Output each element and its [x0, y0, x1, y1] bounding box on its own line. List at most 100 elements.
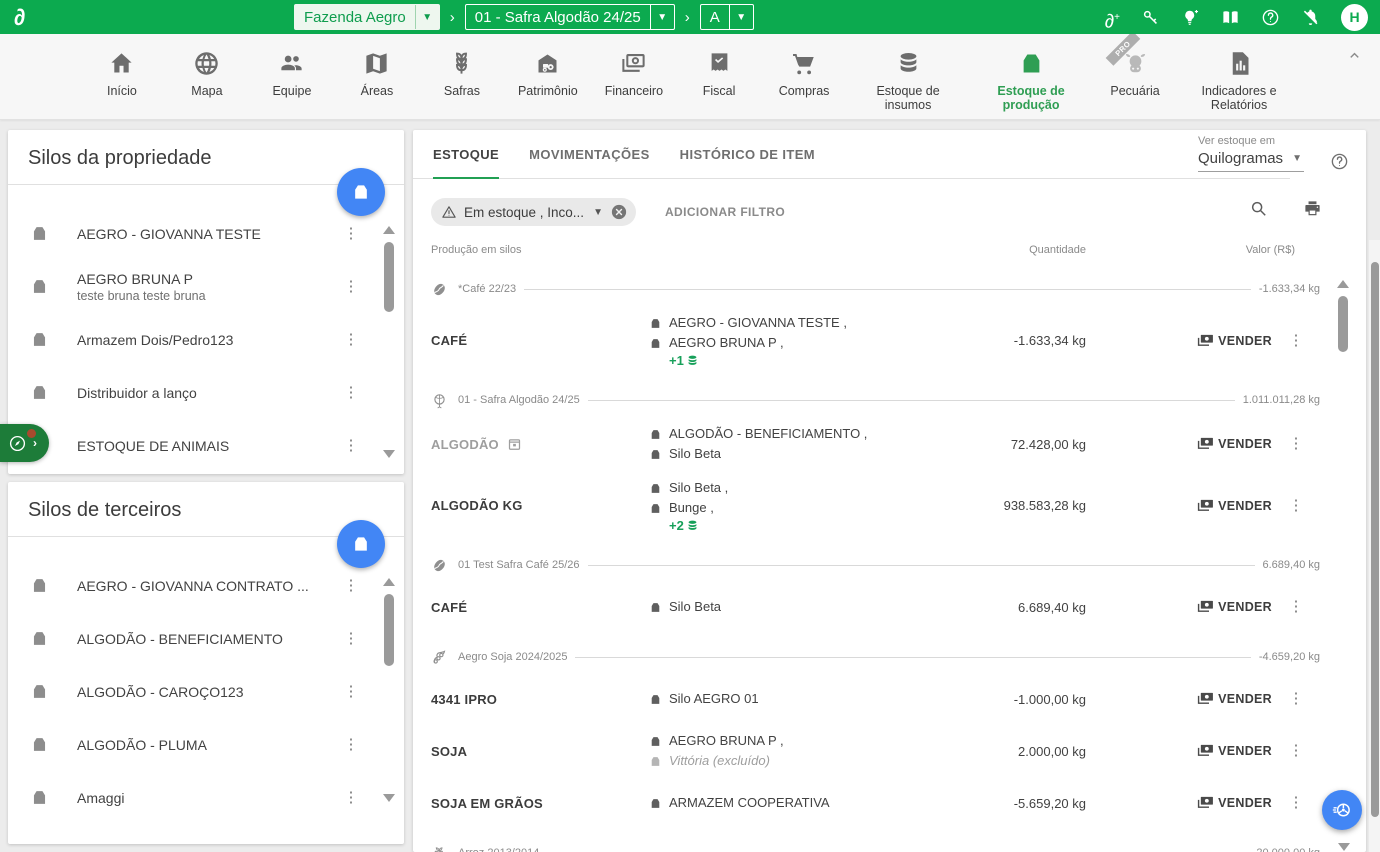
nav-item-estoque-de-producao[interactable]: Estoque de produção [983, 47, 1079, 112]
nav-item-equipe[interactable]: Equipe [263, 47, 321, 98]
more-options-icon[interactable]: ⋮ [342, 737, 360, 752]
more-options-icon[interactable]: ⋮ [342, 226, 360, 241]
scrollbar-thumb[interactable] [1371, 262, 1379, 817]
chevron-down-icon[interactable]: ▼ [415, 5, 439, 29]
nav-item-fiscal[interactable]: Fiscal [690, 47, 748, 98]
third-silos-scroll-down[interactable] [382, 794, 396, 802]
more-options-icon[interactable]: ⋮ [342, 790, 360, 805]
nav-item-financeiro[interactable]: Financeiro [605, 47, 663, 98]
tab-movimentacoes[interactable]: MOVIMENTAÇÕES [529, 130, 650, 178]
more-options-icon[interactable]: ⋮ [1289, 435, 1304, 452]
nav-item-label: Início [107, 84, 137, 98]
own-silos-scrollbar[interactable] [382, 226, 396, 312]
silo-list-item[interactable]: ALGODÃO - BENEFICIAMENTO⋮ [8, 612, 404, 665]
sell-button[interactable]: VENDER [1195, 434, 1272, 454]
silo-list-item[interactable]: ALGODÃO - CAROÇO123⋮ [8, 665, 404, 718]
silo-list-item[interactable]: Distribuidor a lanço⋮ [8, 366, 404, 419]
collapse-nav-icon[interactable] [1347, 48, 1362, 63]
silo-list-item[interactable]: ALGODÃO - PLUMA⋮ [8, 718, 404, 771]
silo-list-item[interactable]: Amaggi⋮ [8, 771, 404, 824]
more-options-icon[interactable]: ⋮ [1289, 742, 1304, 759]
plot-selector[interactable]: A ▼ [700, 4, 754, 30]
nav-item-patrimonio[interactable]: Patrimônio [518, 47, 578, 98]
quick-actions-fab[interactable] [1322, 790, 1362, 830]
scroll-down-icon[interactable] [1338, 843, 1350, 851]
scroll-up-icon[interactable] [383, 578, 395, 586]
sell-button[interactable]: VENDER [1195, 689, 1272, 709]
more-options-icon[interactable]: ⋮ [1289, 690, 1304, 707]
active-filter-chip[interactable]: Em estoque , Inco... ▼ [431, 198, 636, 226]
soy-icon [431, 649, 448, 666]
add-silo-button[interactable] [337, 168, 385, 216]
globe-icon [193, 50, 220, 77]
silo-list-item[interactable]: AEGRO BRUNA Pteste bruna teste bruna⋮ [8, 260, 404, 313]
more-options-icon[interactable]: ⋮ [342, 438, 360, 453]
scrollbar-thumb[interactable] [384, 242, 394, 312]
more-options-icon[interactable]: ⋮ [342, 332, 360, 347]
scroll-up-icon[interactable] [1337, 280, 1349, 288]
add-third-party-silo-button[interactable] [337, 520, 385, 568]
more-options-icon[interactable]: ⋮ [342, 631, 360, 646]
more-options-icon[interactable]: ⋮ [1289, 794, 1304, 811]
chevron-down-icon[interactable]: ▼ [650, 5, 674, 29]
unit-select[interactable]: Ver estoque em Quilogramas ▼ [1198, 135, 1304, 172]
silo-list-item[interactable]: ESTOQUE DE ANIMAIS⋮ [8, 419, 404, 472]
aegro-plus-icon[interactable]: ∂+ [1105, 8, 1120, 27]
clear-filter-icon[interactable] [610, 203, 628, 221]
silo-list-item[interactable]: AEGRO - GIOVANNA CONTRATO ...⋮ [8, 559, 404, 612]
page-scrollbar[interactable] [1369, 240, 1380, 852]
scrollbar-thumb[interactable] [1338, 296, 1348, 352]
more-options-icon[interactable]: ⋮ [1289, 332, 1304, 349]
book-icon[interactable] [1221, 8, 1240, 27]
chevron-down-icon[interactable]: ▼ [729, 5, 753, 29]
silo-list-item[interactable]: Armazem Dois/Pedro123⋮ [8, 313, 404, 366]
scroll-down-icon[interactable] [383, 450, 395, 458]
farm-selector[interactable]: Fazenda Aegro ▼ [294, 4, 440, 30]
silo-locations: AEGRO - GIOVANNA TESTE ,AEGRO BRUNA P ,+… [649, 313, 918, 368]
nav-item-inicio[interactable]: Início [93, 47, 151, 98]
sell-button[interactable]: VENDER [1195, 496, 1272, 516]
third-silos-scrollbar[interactable] [382, 578, 396, 666]
add-filter-button[interactable]: ADICIONAR FILTRO [665, 205, 785, 219]
scrollbar-thumb[interactable] [384, 594, 394, 666]
print-icon[interactable] [1303, 199, 1322, 218]
nav-item-pecuaria[interactable]: PROPecuária [1106, 47, 1164, 98]
nav-item-areas[interactable]: Áreas [348, 47, 406, 98]
more-options-icon[interactable]: ⋮ [1289, 497, 1304, 514]
silo-list-item[interactable]: AEGRO - GIOVANNA TESTE⋮ [8, 207, 404, 260]
key-icon[interactable] [1141, 8, 1160, 27]
chevron-down-icon[interactable]: ▼ [593, 207, 603, 218]
more-options-icon[interactable]: ⋮ [342, 385, 360, 400]
more-silos-chip[interactable]: +1 [669, 353, 918, 368]
more-options-icon[interactable]: ⋮ [1289, 598, 1304, 615]
more-options-icon[interactable]: ⋮ [342, 684, 360, 699]
more-silos-chip[interactable]: +2 [669, 518, 918, 533]
nav-item-estoque-de-insumos[interactable]: Estoque de insumos [860, 47, 956, 112]
search-icon[interactable] [1249, 199, 1268, 218]
assistant-side-widget[interactable]: › [0, 424, 49, 462]
stock-scroll-down[interactable] [1338, 843, 1350, 851]
scroll-up-icon[interactable] [383, 226, 395, 234]
help-icon[interactable] [1261, 8, 1280, 27]
user-avatar[interactable]: H [1341, 4, 1368, 31]
more-options-icon[interactable]: ⋮ [342, 279, 360, 294]
nav-item-mapa[interactable]: Mapa [178, 47, 236, 98]
sell-button[interactable]: VENDER [1195, 597, 1272, 617]
own-silos-scroll-down[interactable] [382, 450, 396, 458]
tab-historico-de-item[interactable]: HISTÓRICO DE ITEM [680, 130, 815, 178]
scroll-down-icon[interactable] [383, 794, 395, 802]
nav-item-safras[interactable]: Safras [433, 47, 491, 98]
sell-button[interactable]: VENDER [1195, 741, 1272, 761]
nav-item-indicadores-e-relatorios[interactable]: Indicadores e Relatórios [1191, 47, 1287, 112]
sell-button[interactable]: VENDER [1195, 331, 1272, 351]
stock-scrollbar[interactable] [1336, 280, 1350, 352]
more-options-icon[interactable]: ⋮ [342, 578, 360, 593]
sell-button[interactable]: VENDER [1195, 793, 1272, 813]
lightbulb-plus-icon[interactable] [1181, 8, 1200, 27]
nav-item-compras[interactable]: Compras [775, 47, 833, 98]
notifications-off-icon[interactable] [1301, 8, 1320, 27]
tab-estoque[interactable]: ESTOQUE [433, 130, 499, 178]
sell-button-label: VENDER [1218, 744, 1272, 758]
season-selector[interactable]: 01 - Safra Algodão 24/25 ▼ [465, 4, 675, 30]
help-icon[interactable] [1330, 152, 1349, 171]
